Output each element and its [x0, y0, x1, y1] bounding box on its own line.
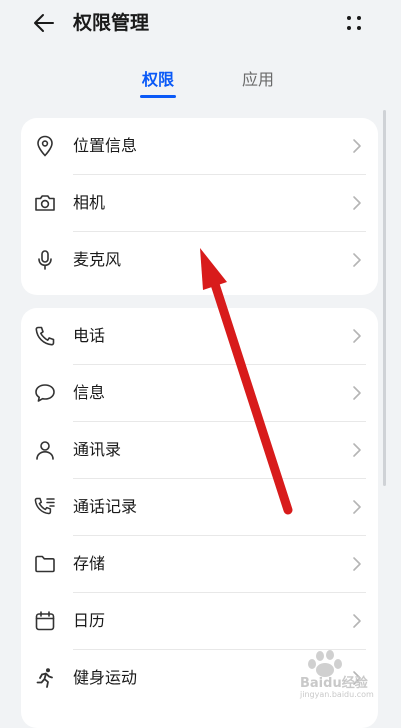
- back-arrow-icon: [34, 14, 54, 32]
- permission-row-storage[interactable]: 存储: [21, 536, 378, 593]
- more-dots-icon: [347, 16, 361, 30]
- page-title: 权限管理: [73, 12, 150, 34]
- call-log-icon: [34, 497, 55, 515]
- phone-icon: [35, 326, 55, 346]
- chevron-right-icon: [353, 557, 361, 571]
- permission-row-microphone[interactable]: 麦克风: [21, 232, 378, 289]
- contact-person-icon: [36, 441, 54, 460]
- permission-row-camera[interactable]: 相机: [21, 175, 378, 232]
- tab-apps[interactable]: 应用: [242, 68, 274, 92]
- chevron-right-icon: [353, 329, 361, 343]
- chevron-right-icon: [353, 196, 361, 210]
- permission-label: 位置信息: [73, 136, 138, 155]
- permission-group-1: 位置信息 相机 麦克风: [21, 118, 378, 295]
- microphone-icon: [38, 250, 52, 270]
- tab-bar: 权限 应用: [0, 68, 401, 100]
- chevron-right-icon: [353, 443, 361, 457]
- chevron-right-icon: [353, 386, 361, 400]
- chevron-right-icon: [353, 139, 361, 153]
- permission-row-location[interactable]: 位置信息: [21, 118, 378, 175]
- chevron-right-icon: [353, 614, 361, 628]
- chevron-right-icon: [353, 253, 361, 267]
- watermark-text: Baidu经验: [300, 676, 368, 691]
- permission-label: 存储: [73, 554, 106, 573]
- calendar-icon: [35, 611, 55, 631]
- scrollbar[interactable]: [383, 110, 386, 486]
- more-options-button[interactable]: [340, 9, 368, 37]
- permission-row-call-log[interactable]: 通话记录: [21, 479, 378, 536]
- watermark-url: jingyan.baidu.com: [300, 690, 374, 699]
- tab-permissions[interactable]: 权限: [142, 68, 174, 92]
- permission-label: 电话: [73, 326, 106, 345]
- permission-row-contacts[interactable]: 通讯录: [21, 422, 378, 479]
- app-header: 权限管理: [0, 0, 401, 50]
- permission-label: 麦克风: [73, 250, 122, 269]
- back-button[interactable]: [30, 9, 58, 37]
- active-tab-indicator: [140, 95, 176, 98]
- location-pin-icon: [37, 135, 53, 157]
- permission-row-phone[interactable]: 电话: [21, 308, 378, 365]
- permission-row-calendar[interactable]: 日历: [21, 593, 378, 650]
- running-icon: [36, 668, 53, 688]
- permission-label: 信息: [73, 383, 106, 402]
- chevron-right-icon: [353, 500, 361, 514]
- permission-label: 相机: [73, 193, 106, 212]
- permission-label: 通话记录: [73, 497, 138, 516]
- permission-label: 通讯录: [73, 440, 122, 459]
- permission-label: 日历: [73, 611, 106, 630]
- permission-label: 健身运动: [73, 668, 138, 687]
- camera-icon: [35, 195, 55, 211]
- message-bubble-icon: [35, 384, 55, 402]
- permission-row-messages[interactable]: 信息: [21, 365, 378, 422]
- folder-icon: [35, 555, 55, 573]
